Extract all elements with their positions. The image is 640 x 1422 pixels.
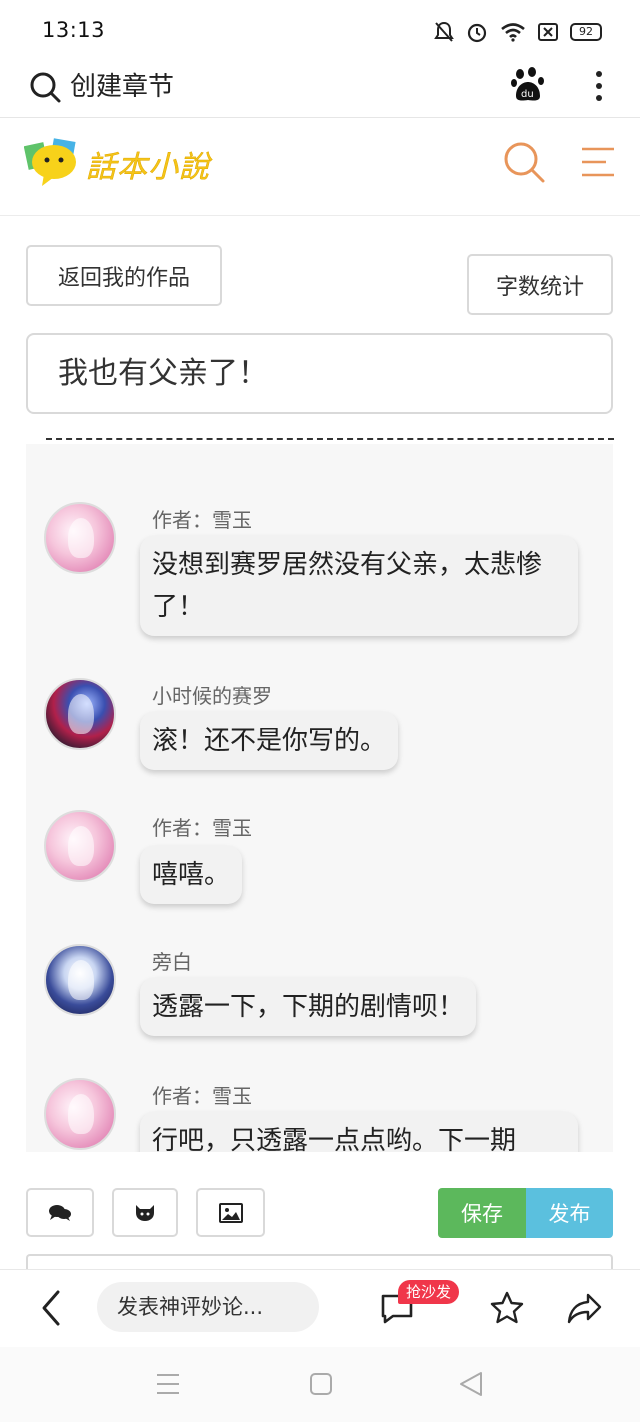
mute-bell-icon bbox=[434, 21, 454, 42]
baidu-paw-icon[interactable]: du bbox=[511, 66, 545, 102]
github-cat-icon bbox=[136, 1204, 154, 1221]
home-icon[interactable] bbox=[309, 1372, 333, 1396]
message-bubble: 透露一下，下期的剧情呗！ bbox=[140, 978, 477, 1036]
logo-text[interactable]: 話本小說 bbox=[86, 142, 210, 186]
browser-bar: 创建章节 du bbox=[0, 58, 640, 118]
narrator-avatar bbox=[44, 944, 116, 1016]
dialogue-tool-button[interactable] bbox=[26, 1188, 94, 1237]
save-button[interactable]: 保存 bbox=[438, 1188, 526, 1238]
battery-icon: 92 bbox=[570, 23, 602, 41]
site-header: 話本小說 bbox=[0, 118, 640, 216]
message-bubble: 没想到赛罗居然没有父亲，太悲惨了！ bbox=[140, 536, 578, 636]
back-arrow-icon[interactable] bbox=[38, 1288, 64, 1328]
sender-name: 旁白 bbox=[152, 950, 192, 974]
sim-icon bbox=[538, 23, 558, 41]
character-avatar bbox=[44, 678, 116, 750]
publish-button[interactable]: 发布 bbox=[526, 1188, 613, 1238]
status-bar: 13:13 92 bbox=[0, 0, 640, 60]
sender-name: 小时候的赛罗 bbox=[152, 684, 272, 708]
message-bubble: 行吧，只透露一点点哟。下一期 bbox=[140, 1112, 578, 1152]
divider bbox=[46, 438, 614, 440]
back-to-works-button[interactable]: 返回我的作品 bbox=[26, 245, 222, 306]
bottom-toolbar: 发表神评妙论... 抢沙发 bbox=[0, 1269, 640, 1347]
chat-preview[interactable]: 作者：雪玉 没想到赛罗居然没有父亲，太悲惨了！ 小时候的赛罗 滚！还不是你写的。… bbox=[26, 444, 613, 1152]
logo-chat-bubble-icon[interactable] bbox=[24, 136, 82, 190]
sofa-badge[interactable]: 抢沙发 bbox=[398, 1280, 460, 1304]
author-avatar bbox=[44, 502, 116, 574]
more-vertical-icon[interactable] bbox=[590, 66, 608, 106]
sender-name: 作者：雪玉 bbox=[152, 816, 252, 840]
author-avatar bbox=[44, 810, 116, 882]
system-nav-bar bbox=[0, 1347, 640, 1422]
alarm-icon bbox=[467, 23, 487, 43]
chat-bubbles-icon bbox=[49, 1204, 71, 1221]
character-tool-button[interactable] bbox=[112, 1188, 178, 1237]
menu-icon[interactable] bbox=[580, 146, 616, 178]
star-icon[interactable] bbox=[489, 1290, 525, 1326]
system-back-icon[interactable] bbox=[458, 1371, 484, 1397]
sender-name: 作者：雪玉 bbox=[152, 508, 252, 532]
message-bubble: 嘻嘻。 bbox=[140, 846, 243, 904]
chapter-title-input[interactable]: 我也有父亲了！ bbox=[26, 333, 613, 414]
status-time: 13:13 bbox=[42, 18, 106, 42]
browser-query[interactable]: 创建章节 bbox=[70, 66, 174, 103]
word-count-button[interactable]: 字数统计 bbox=[467, 254, 613, 315]
sender-name: 作者：雪玉 bbox=[152, 1084, 252, 1108]
site-search-icon[interactable] bbox=[502, 140, 546, 184]
message-bubble: 滚！还不是你写的。 bbox=[140, 712, 399, 770]
image-icon bbox=[218, 1202, 243, 1223]
svg-text:du: du bbox=[521, 89, 534, 100]
wifi-icon bbox=[501, 23, 525, 42]
author-avatar bbox=[44, 1078, 116, 1150]
share-icon[interactable] bbox=[566, 1290, 604, 1326]
recent-apps-icon[interactable] bbox=[155, 1372, 181, 1396]
comment-input[interactable]: 发表神评妙论... bbox=[97, 1282, 319, 1332]
status-icons: 92 bbox=[434, 18, 602, 46]
search-icon[interactable] bbox=[28, 70, 62, 104]
image-tool-button[interactable] bbox=[196, 1188, 265, 1237]
